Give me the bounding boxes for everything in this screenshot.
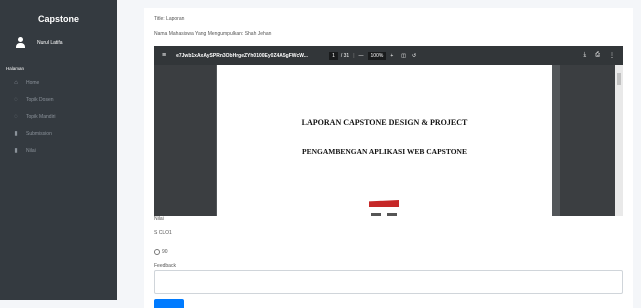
more-options-icon[interactable]: ⋮ — [609, 52, 615, 59]
chat-icon: ◌ — [14, 96, 18, 103]
doc-title-2: PENGAMBENGAN APLIKASI WEB CAPSTONE — [302, 147, 467, 156]
submission-title: Title: Laporan — [154, 16, 185, 22]
file-icon: ▮ — [14, 131, 18, 137]
user-icon — [16, 37, 25, 49]
zoom-in-button[interactable]: + — [390, 53, 393, 59]
fit-page-icon[interactable]: ◫ — [401, 53, 406, 59]
clo-label: S CLO1 — [154, 230, 172, 236]
page-number-input[interactable]: 1 — [329, 51, 338, 60]
sidebar-item-label: Home — [26, 79, 40, 86]
sidebar-item-nilai[interactable]: ▮ Nilai — [0, 142, 117, 159]
chat-icon: ◌ — [14, 113, 18, 120]
submit-button[interactable] — [154, 299, 184, 308]
user-name[interactable]: Nurul Latifa — [37, 40, 63, 46]
radio-circle[interactable] — [154, 249, 160, 255]
rotate-icon[interactable]: ↺ — [412, 53, 416, 59]
zoom-out-button[interactable]: — — [359, 53, 364, 59]
sidebar-item-label: Nilai — [26, 147, 36, 154]
menu-icon[interactable]: ≡ — [162, 52, 166, 59]
user-panel[interactable]: Nurul Latifa — [0, 28, 117, 50]
print-icon[interactable]: ⎙ — [595, 52, 600, 59]
sidebar-item-home[interactable]: ⌂ Home — [0, 74, 117, 91]
zoom-level[interactable]: 100% — [367, 51, 387, 60]
pdf-toolbar: ≡ e7Jwb1xAxAySPRn3ObHrgeZYh0100Ey0Z4A5gF… — [154, 46, 623, 65]
toolbar-divider: | — [353, 52, 355, 59]
main-content: Title: Laporan Nama Mahasiswa Yang Mengu… — [117, 0, 641, 308]
sidebar-item-label: Topik Dosen — [26, 96, 54, 103]
university-logo — [369, 200, 399, 216]
submission-card: Title: Laporan Nama Mahasiswa Yang Mengu… — [144, 8, 633, 308]
sidebar-item-topik-mandiri[interactable]: ◌ Topik Mandiri — [0, 108, 117, 125]
sidebar: Capstone Nurul Latifa Halaman ⌂ Home ◌ T… — [0, 0, 117, 300]
sidebar-item-submission[interactable]: ▮ Submission — [0, 125, 117, 142]
radio-label: 90 — [162, 249, 168, 255]
feedback-textarea[interactable] — [154, 270, 623, 294]
pdf-left-margin — [154, 65, 216, 216]
score-radio[interactable]: 90 — [154, 249, 168, 255]
student-name: Nama Mahasiswa Yang Mengumpulkan: Shah J… — [154, 31, 272, 37]
brand-title[interactable]: Capstone — [0, 0, 117, 28]
pdf-filename: e7Jwb1xAxAySPRn3ObHrgeZYh0100Ey0Z4A5gFWc… — [176, 52, 308, 59]
feedback-label: Feedback — [154, 263, 176, 269]
pdf-page: LAPORAN CAPSTONE DESIGN & PROJECT PENGAM… — [217, 65, 552, 216]
page-total: / 31 — [340, 52, 350, 59]
sidebar-item-label: Topik Mandiri — [26, 113, 56, 120]
file-icon: ▮ — [14, 148, 18, 154]
home-icon: ⌂ — [14, 79, 18, 86]
nilai-label: Nilai — [154, 216, 164, 222]
doc-title-1: LAPORAN CAPSTONE DESIGN & PROJECT — [301, 118, 468, 127]
pdf-viewer[interactable]: ≡ e7Jwb1xAxAySPRn3ObHrgeZYh0100Ey0Z4A5gF… — [154, 46, 623, 216]
sidebar-section-header: Halaman — [6, 66, 25, 71]
sidebar-item-label: Submission — [26, 130, 52, 137]
pdf-right-margin — [560, 65, 615, 216]
sidebar-item-topik-dosen[interactable]: ◌ Topik Dosen — [0, 91, 117, 108]
download-icon[interactable]: ⤓ — [584, 52, 587, 59]
pdf-scrollbar[interactable] — [615, 65, 623, 216]
